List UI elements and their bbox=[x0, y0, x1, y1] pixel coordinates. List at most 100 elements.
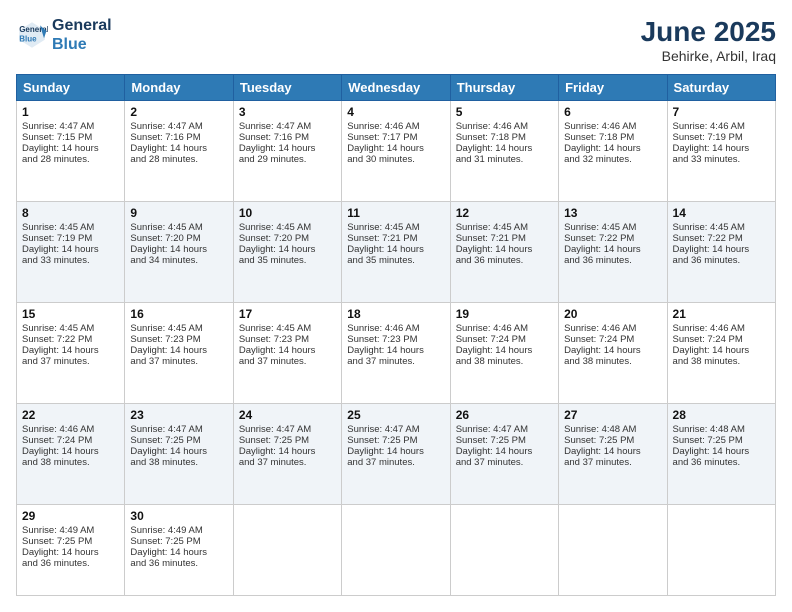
day-number: 12 bbox=[456, 206, 553, 220]
day-number: 17 bbox=[239, 307, 336, 321]
cell-text: Sunrise: 4:46 AM bbox=[347, 121, 444, 132]
calendar-cell bbox=[342, 505, 450, 596]
calendar-cell: 4 Sunrise: 4:46 AMSunset: 7:17 PMDaylight… bbox=[342, 101, 450, 202]
cell-text: Daylight: 14 hours bbox=[239, 244, 336, 255]
cell-text: Sunset: 7:20 PM bbox=[239, 233, 336, 244]
day-number: 14 bbox=[673, 206, 770, 220]
day-number: 18 bbox=[347, 307, 444, 321]
calendar-cell: 23Sunrise: 4:47 AMSunset: 7:25 PMDayligh… bbox=[125, 404, 233, 505]
day-number: 30 bbox=[130, 509, 227, 523]
day-number: 13 bbox=[564, 206, 661, 220]
calendar-cell: 3Sunrise: 4:47 AMSunset: 7:16 PMDaylight… bbox=[233, 101, 341, 202]
calendar-header-row: Sunday Monday Tuesday Wednesday Thursday… bbox=[17, 75, 776, 101]
day-number: 3 bbox=[239, 105, 336, 119]
cell-text: and 31 minutes. bbox=[456, 154, 553, 165]
calendar-cell bbox=[450, 505, 558, 596]
cell-text: Daylight: 14 hours bbox=[456, 244, 553, 255]
cell-text: Sunrise: 4:46 AM bbox=[673, 121, 770, 132]
header-thursday: Thursday bbox=[450, 75, 558, 101]
day-number: 4 bbox=[347, 105, 444, 119]
calendar-cell: 16Sunrise: 4:45 AMSunset: 7:23 PMDayligh… bbox=[125, 303, 233, 404]
calendar-cell: 22 Sunrise: 4:46 AMSunset: 7:24 PMDayligh… bbox=[17, 404, 125, 505]
calendar-cell: 11Sunrise: 4:45 AMSunset: 7:21 PMDayligh… bbox=[342, 202, 450, 303]
header-friday: Friday bbox=[559, 75, 667, 101]
day-number: 5 bbox=[456, 105, 553, 119]
calendar-week-5: 29Sunrise: 4:49 AMSunset: 7:25 PMDayligh… bbox=[17, 505, 776, 596]
cell-text: Daylight: 14 hours bbox=[673, 143, 770, 154]
cell-text: and 28 minutes. bbox=[130, 154, 227, 165]
day-number: 22 bbox=[22, 408, 119, 422]
cell-text: Sunset: 7:19 PM bbox=[22, 233, 119, 244]
cell-text: Sunrise: 4:45 AM bbox=[347, 222, 444, 233]
cell-text: and 37 minutes. bbox=[239, 457, 336, 468]
calendar-week-4: 22 Sunrise: 4:46 AMSunset: 7:24 PMDayligh… bbox=[17, 404, 776, 505]
cell-text: Daylight: 14 hours bbox=[347, 143, 444, 154]
cell-text: and 37 minutes. bbox=[347, 356, 444, 367]
calendar-cell: 27Sunrise: 4:48 AMSunset: 7:25 PMDayligh… bbox=[559, 404, 667, 505]
cell-text: and 28 minutes. bbox=[22, 154, 119, 165]
cell-text: Daylight: 14 hours bbox=[22, 244, 119, 255]
cell-text: and 30 minutes. bbox=[347, 154, 444, 165]
cell-text: Sunrise: 4:46 AM bbox=[22, 424, 119, 435]
calendar-week-3: 15Sunrise: 4:45 AMSunset: 7:22 PMDayligh… bbox=[17, 303, 776, 404]
cell-text: Sunrise: 4:47 AM bbox=[130, 121, 227, 132]
day-number: 6 bbox=[564, 105, 661, 119]
cell-text: Sunrise: 4:47 AM bbox=[239, 424, 336, 435]
cell-text: Sunrise: 4:46 AM bbox=[564, 323, 661, 334]
header-sunday: Sunday bbox=[17, 75, 125, 101]
cell-text: Sunset: 7:24 PM bbox=[22, 435, 119, 446]
cell-text: Sunset: 7:20 PM bbox=[130, 233, 227, 244]
header-tuesday: Tuesday bbox=[233, 75, 341, 101]
calendar-cell: 24Sunrise: 4:47 AMSunset: 7:25 PMDayligh… bbox=[233, 404, 341, 505]
cell-text: and 29 minutes. bbox=[239, 154, 336, 165]
logo-icon: General Blue bbox=[16, 19, 48, 51]
month-title: June 2025 bbox=[641, 16, 776, 48]
day-number: 21 bbox=[673, 307, 770, 321]
calendar-cell: 8Sunrise: 4:45 AMSunset: 7:19 PMDaylight… bbox=[17, 202, 125, 303]
calendar-cell: 10Sunrise: 4:45 AMSunset: 7:20 PMDayligh… bbox=[233, 202, 341, 303]
cell-text: and 35 minutes. bbox=[347, 255, 444, 266]
cell-text: Daylight: 14 hours bbox=[564, 345, 661, 356]
cell-text: Sunrise: 4:47 AM bbox=[22, 121, 119, 132]
calendar-cell: 13Sunrise: 4:45 AMSunset: 7:22 PMDayligh… bbox=[559, 202, 667, 303]
cell-text: Daylight: 14 hours bbox=[22, 446, 119, 457]
calendar-week-2: 8Sunrise: 4:45 AMSunset: 7:19 PMDaylight… bbox=[17, 202, 776, 303]
cell-text: Sunrise: 4:47 AM bbox=[130, 424, 227, 435]
cell-text: and 37 minutes. bbox=[239, 356, 336, 367]
day-number: 16 bbox=[130, 307, 227, 321]
calendar-cell: 19Sunrise: 4:46 AMSunset: 7:24 PMDayligh… bbox=[450, 303, 558, 404]
calendar-cell: 12Sunrise: 4:45 AMSunset: 7:21 PMDayligh… bbox=[450, 202, 558, 303]
calendar: Sunday Monday Tuesday Wednesday Thursday… bbox=[16, 74, 776, 596]
cell-text: and 36 minutes. bbox=[22, 558, 119, 569]
cell-text: Daylight: 14 hours bbox=[347, 345, 444, 356]
calendar-cell: 26Sunrise: 4:47 AMSunset: 7:25 PMDayligh… bbox=[450, 404, 558, 505]
day-number: 24 bbox=[239, 408, 336, 422]
cell-text: Daylight: 14 hours bbox=[22, 345, 119, 356]
cell-text: Sunrise: 4:46 AM bbox=[347, 323, 444, 334]
cell-text: and 38 minutes. bbox=[22, 457, 119, 468]
cell-text: Sunset: 7:25 PM bbox=[564, 435, 661, 446]
calendar-cell: 5Sunrise: 4:46 AMSunset: 7:18 PMDaylight… bbox=[450, 101, 558, 202]
day-number: 26 bbox=[456, 408, 553, 422]
cell-text: Daylight: 14 hours bbox=[564, 143, 661, 154]
day-number: 23 bbox=[130, 408, 227, 422]
page: General Blue General Blue June 2025 Behi… bbox=[0, 0, 792, 612]
calendar-cell: 28Sunrise: 4:48 AMSunset: 7:25 PMDayligh… bbox=[667, 404, 775, 505]
cell-text: Sunset: 7:25 PM bbox=[130, 536, 227, 547]
day-number: 15 bbox=[22, 307, 119, 321]
cell-text: and 37 minutes. bbox=[456, 457, 553, 468]
day-number: 20 bbox=[564, 307, 661, 321]
calendar-cell: 7Sunrise: 4:46 AMSunset: 7:19 PMDaylight… bbox=[667, 101, 775, 202]
cell-text: Daylight: 14 hours bbox=[239, 345, 336, 356]
cell-text: Daylight: 14 hours bbox=[347, 244, 444, 255]
cell-text: Sunrise: 4:47 AM bbox=[239, 121, 336, 132]
cell-text: Daylight: 14 hours bbox=[130, 345, 227, 356]
cell-text: Sunset: 7:23 PM bbox=[239, 334, 336, 345]
day-number: 28 bbox=[673, 408, 770, 422]
header-wednesday: Wednesday bbox=[342, 75, 450, 101]
cell-text: and 36 minutes. bbox=[456, 255, 553, 266]
cell-text: and 38 minutes. bbox=[673, 356, 770, 367]
calendar-cell: 20Sunrise: 4:46 AMSunset: 7:24 PMDayligh… bbox=[559, 303, 667, 404]
cell-text: Sunset: 7:17 PM bbox=[347, 132, 444, 143]
day-number: 27 bbox=[564, 408, 661, 422]
